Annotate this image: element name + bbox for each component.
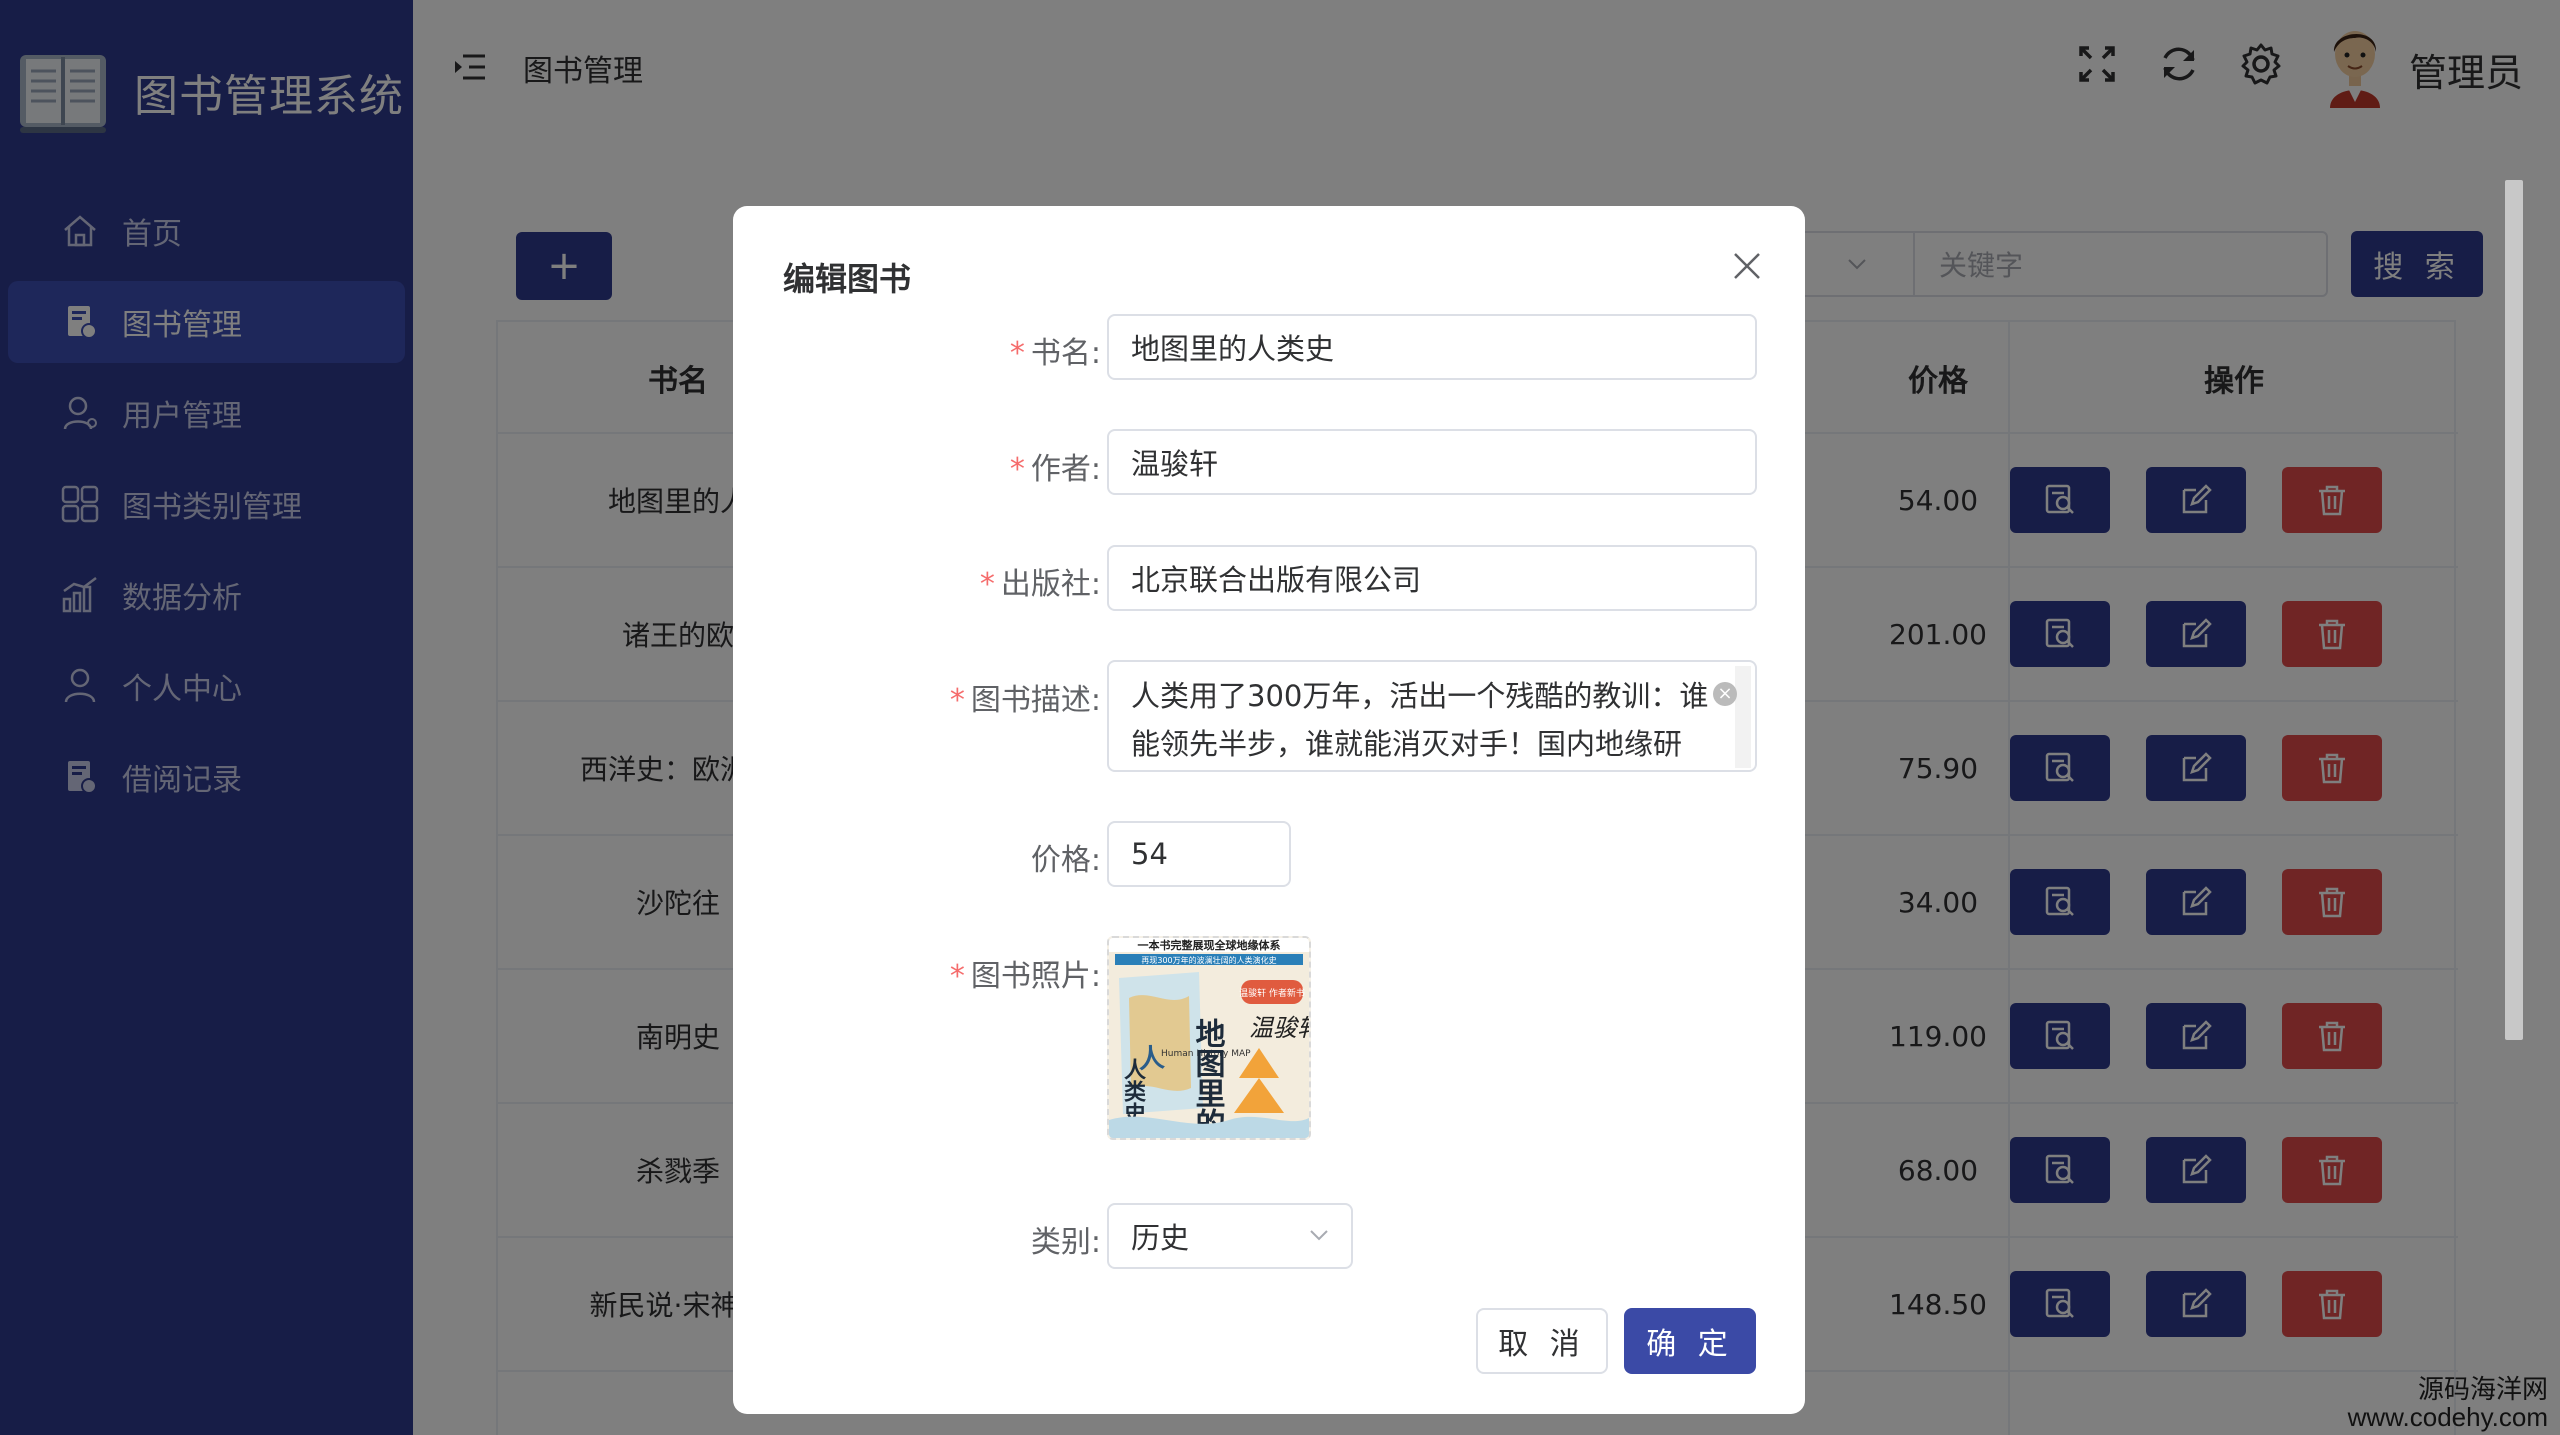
book-cover-image: 一本书完整展现全球地缘体系 再现300万年的波澜壮阔的人类演化史 人 Human… xyxy=(1109,938,1309,1138)
category-value: 历史 xyxy=(1131,1221,1190,1255)
price-label: 价格: xyxy=(1030,843,1101,878)
cover-signature: 温骏轩 xyxy=(1249,1014,1309,1042)
cover-title-text: 地图里的 xyxy=(1190,1018,1226,1138)
dialog-title: 编辑图书 xyxy=(783,260,912,298)
edit-book-dialog: 编辑图书 * 书名: 地图里的人类史 * 作者: 温骏轩 * 出版社: 北京联合出版有… xyxy=(733,206,1805,1414)
cover-subtitle-text: 人类史 xyxy=(1120,1058,1146,1125)
cover-badge-text: 温骏轩 作者新书 xyxy=(1239,987,1305,999)
description-text: 人类用了300万年，活出一个残酷的教训：谁能领先半步，谁就能消灭对手！国内地缘研 xyxy=(1131,679,1709,761)
category-label-text: 类别: xyxy=(1030,1225,1101,1260)
publisher-label: * 出版社: xyxy=(979,567,1101,602)
book-name-field[interactable]: 地图里的人类史 xyxy=(1107,314,1757,380)
description-label: * 图书描述: xyxy=(949,683,1101,718)
close-icon[interactable] xyxy=(1729,248,1765,284)
page-scrollbar[interactable] xyxy=(2505,180,2523,1040)
chevron-down-icon xyxy=(1310,1230,1328,1241)
textarea-scrollbar[interactable] xyxy=(1735,666,1751,768)
watermark: 源码海洋网 www.codehy.com xyxy=(2348,1375,2548,1431)
clear-icon[interactable]: × xyxy=(1713,682,1737,706)
book-cover-upload[interactable]: 一本书完整展现全球地缘体系 再现300万年的波澜壮阔的人类演化史 人 Human… xyxy=(1107,936,1311,1140)
author-label: * 作者: xyxy=(1009,452,1101,487)
photo-label: * 图书照片: xyxy=(949,959,1101,994)
watermark-line1: 源码海洋网 xyxy=(2417,1374,2548,1404)
confirm-button[interactable]: 确 定 xyxy=(1624,1308,1756,1374)
price-field[interactable]: 54 xyxy=(1107,821,1291,887)
category-select[interactable]: 历史 xyxy=(1107,1203,1353,1269)
author-field[interactable]: 温骏轩 xyxy=(1107,429,1757,495)
cancel-button[interactable]: 取 消 xyxy=(1476,1308,1608,1374)
book-name-label: * 书名: xyxy=(1009,336,1101,371)
cover-top-text: 一本书完整展现全球地缘体系 xyxy=(1138,938,1281,952)
watermark-line2: www.codehy.com xyxy=(2347,1402,2548,1432)
publisher-field[interactable]: 北京联合出版有限公司 xyxy=(1107,545,1757,611)
description-textarea[interactable]: 人类用了300万年，活出一个残酷的教训：谁能领先半步，谁就能消灭对手！国内地缘研… xyxy=(1107,660,1757,772)
cover-sub-text: 再现300万年的波澜壮阔的人类演化史 xyxy=(1141,955,1276,965)
